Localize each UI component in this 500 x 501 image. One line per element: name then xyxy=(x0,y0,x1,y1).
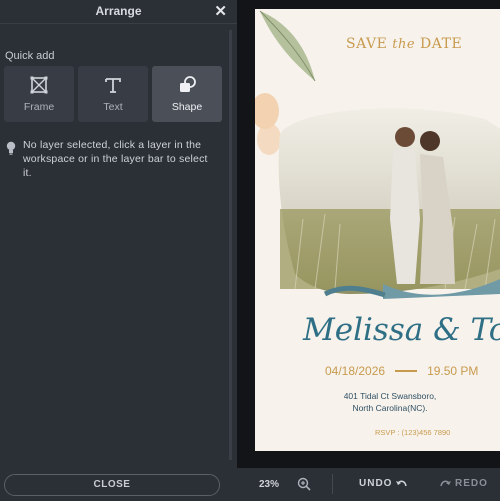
redo-icon xyxy=(440,480,451,486)
heading-save: SAVE xyxy=(346,36,388,52)
event-address: 401 Tidal Ct Swansboro, North Carolina(N… xyxy=(315,390,465,414)
rsvp-text: RSVP : (123)456 7890 xyxy=(375,428,451,437)
date-divider xyxy=(395,370,418,372)
quick-add-label: Quick add xyxy=(5,50,55,62)
shape-icon xyxy=(180,76,196,92)
design-canvas[interactable]: SAVE the DATE Melissa & T 04/18/2026 19.… xyxy=(255,9,500,451)
couple-names: Melissa & Tom xyxy=(303,312,500,348)
shape-tool-label: Shape xyxy=(171,101,203,113)
leaf-decoration xyxy=(259,10,316,82)
bottom-toolbar: 23% UNDO REDO xyxy=(237,468,500,501)
zoom-in-icon[interactable] xyxy=(297,477,311,491)
redo-label: REDO xyxy=(455,478,488,489)
arrange-panel: Arrange ✕ Quick add Frame Text Shape No … xyxy=(0,0,237,501)
text-icon xyxy=(105,78,121,93)
panel-title: Arrange xyxy=(95,4,142,18)
close-button[interactable]: CLOSE xyxy=(4,474,220,496)
undo-label: UNDO xyxy=(359,478,393,489)
frame-tool-label: Frame xyxy=(23,101,55,113)
panel-scrollbar[interactable] xyxy=(229,30,232,460)
text-tool-label: Text xyxy=(103,101,123,113)
quick-add-tools: Frame Text Shape xyxy=(4,66,222,122)
couple-photo xyxy=(278,108,500,299)
event-date: 04/18/2026 xyxy=(325,364,386,378)
undo-icon xyxy=(396,480,408,486)
editor-app: Arrange ✕ Quick add Frame Text Shape No … xyxy=(0,0,500,501)
text-tool-button[interactable]: Text xyxy=(78,66,148,122)
frame-tool-button[interactable]: Frame xyxy=(4,66,74,122)
lightbulb-icon xyxy=(6,141,16,155)
close-panel-icon[interactable]: ✕ xyxy=(214,2,227,20)
frame-icon xyxy=(30,76,48,94)
panel-header: Arrange ✕ xyxy=(0,0,237,24)
selection-hint: No layer selected, click a layer in the … xyxy=(5,138,219,180)
save-the-date-heading: SAVE the DATE xyxy=(346,36,462,52)
address-line-2: North Carolina(NC). xyxy=(352,403,428,413)
event-date-row: 04/18/2026 19.50 PM xyxy=(325,364,478,378)
redo-button[interactable]: REDO xyxy=(437,478,488,489)
address-line-1: 401 Tidal Ct Swansboro, xyxy=(343,391,437,401)
workspace: SAVE the DATE Melissa & T 04/18/2026 19.… xyxy=(237,0,500,468)
heading-date: DATE xyxy=(420,36,463,52)
hint-text: No layer selected, click a layer in the … xyxy=(23,139,208,179)
shape-tool-button[interactable]: Shape xyxy=(152,66,222,122)
heading-the: the xyxy=(392,37,416,52)
event-time: 19.50 PM xyxy=(427,364,479,378)
toolbar-divider xyxy=(332,474,333,494)
zoom-level: 23% xyxy=(259,479,280,490)
undo-button[interactable]: UNDO xyxy=(359,478,410,489)
